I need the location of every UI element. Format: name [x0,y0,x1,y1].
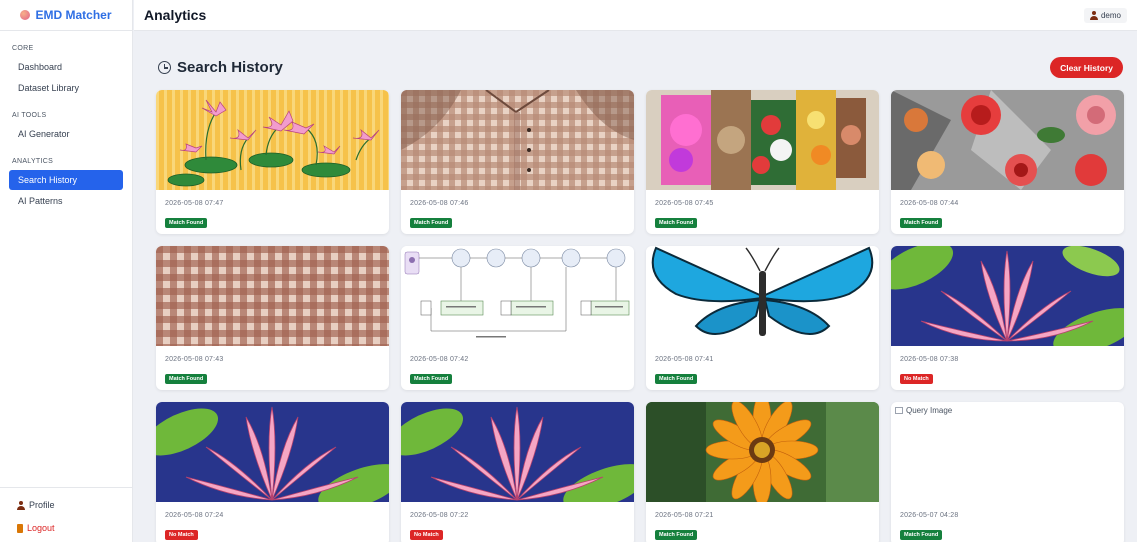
sidebar-item-dataset-library[interactable]: Dataset Library [9,78,123,98]
card-meta: 2026-05-08 07:24 No Match [165,512,223,541]
search-timestamp: 2026-05-08 07:24 [165,512,224,519]
broken-image: Query Image [891,402,1124,419]
search-timestamp: 2026-05-08 07:44 [900,200,959,207]
nav-section-core: CORE [12,45,34,52]
query-image [891,246,1124,346]
status-badge: Match Found [655,530,698,540]
user-menu[interactable]: demo [1083,7,1127,23]
section-title: Search History [177,59,283,76]
sidebar-item-ai-generator[interactable]: AI Generator [9,124,123,144]
section-header: Search History [158,59,283,76]
search-timestamp: 2026-05-08 07:46 [410,200,469,207]
brand[interactable]: EMD Matcher [0,0,132,31]
card-meta: 2026-05-08 07:21 Match Found [655,512,713,541]
status-badge: Match Found [165,374,208,384]
history-card[interactable]: 2026-05-08 07:47 Match Found [156,90,389,234]
user-icon [1089,10,1098,20]
logout-link[interactable]: Logout [0,519,133,537]
sidebar-footer: Profile Logout [0,487,133,542]
search-timestamp: 2026-05-08 07:47 [165,200,224,207]
status-badge: Match Found [900,530,943,540]
card-meta: 2026-05-08 07:46 Match Found [410,200,468,229]
clock-icon [158,61,171,74]
card-meta: 2026-05-08 07:47 Match Found [165,200,223,229]
query-image [401,246,634,346]
card-meta: 2026-05-08 07:45 Match Found [655,200,713,229]
query-image: Query Image [891,402,1124,502]
status-badge: Match Found [410,218,453,228]
status-badge: Match Found [165,218,208,228]
history-card[interactable]: Query Image 2026-05-07 04:28 Match Found [891,402,1124,542]
logout-label: Logout [27,523,55,533]
history-card[interactable]: 2026-05-08 07:41 Match Found [646,246,879,390]
search-timestamp: 2026-05-08 07:42 [410,356,469,363]
query-image [156,246,389,346]
query-image [401,402,634,502]
search-timestamp: 2026-05-08 07:22 [410,512,469,519]
page-title: Analytics [144,7,207,23]
top-header: Analytics demo [134,0,1137,31]
broken-image-icon [895,407,903,414]
sidebar-item-ai-patterns[interactable]: AI Patterns [9,191,123,211]
history-card[interactable]: 2026-05-08 07:45 Match Found [646,90,879,234]
history-card[interactable]: 2026-05-08 07:46 Match Found [401,90,634,234]
user-icon [17,500,25,510]
history-card[interactable]: 2026-05-08 07:24 No Match [156,402,389,542]
status-badge: Match Found [655,374,698,384]
username: demo [1100,10,1121,20]
status-badge: Match Found [410,374,453,384]
status-badge: Match Found [655,218,698,228]
query-image [401,90,634,190]
sidebar: EMD Matcher CORE Dashboard Dataset Libra… [0,0,133,542]
search-timestamp: 2026-05-08 07:41 [655,356,714,363]
history-card[interactable]: 2026-05-08 07:38 No Match [891,246,1124,390]
query-image [156,90,389,190]
status-badge: No Match [410,530,443,540]
card-meta: 2026-05-07 04:28 Match Found [900,512,958,541]
card-meta: 2026-05-08 07:38 No Match [900,356,958,385]
history-card[interactable]: 2026-05-08 07:44 Match Found [891,90,1124,234]
brand-name: EMD Matcher [35,8,112,22]
sidebar-item-search-history[interactable]: Search History [9,170,123,190]
nav-section-analytics: ANALYTICS [12,158,54,165]
query-image [891,90,1124,190]
search-timestamp: 2026-05-07 04:28 [900,512,959,519]
history-card[interactable]: 2026-05-08 07:22 No Match [401,402,634,542]
query-image [156,402,389,502]
card-meta: 2026-05-08 07:22 No Match [410,512,468,541]
profile-link[interactable]: Profile [0,496,133,514]
query-image [646,246,879,346]
search-timestamp: 2026-05-08 07:38 [900,356,959,363]
clear-history-button[interactable]: Clear History [1050,57,1123,78]
card-meta: 2026-05-08 07:42 Match Found [410,356,468,385]
history-card[interactable]: 2026-05-08 07:42 Match Found [401,246,634,390]
logout-icon [17,523,23,533]
main-content: Search History Clear History 2026-05-08 … [134,32,1137,542]
search-timestamp: 2026-05-08 07:21 [655,512,714,519]
query-image [646,402,879,502]
image-alt-text: Query Image [906,406,953,415]
card-meta: 2026-05-08 07:43 Match Found [165,356,223,385]
card-meta: 2026-05-08 07:44 Match Found [900,200,958,229]
history-card[interactable]: 2026-05-08 07:43 Match Found [156,246,389,390]
nav-section-ai-tools: AI TOOLS [12,112,47,119]
query-image [646,90,879,190]
flower-logo-icon [20,10,31,20]
history-card[interactable]: 2026-05-08 07:21 Match Found [646,402,879,542]
profile-label: Profile [29,500,55,510]
status-badge: No Match [165,530,198,540]
status-badge: No Match [900,374,933,384]
search-timestamp: 2026-05-08 07:43 [165,356,224,363]
status-badge: Match Found [900,218,943,228]
sidebar-item-dashboard[interactable]: Dashboard [9,57,123,77]
search-timestamp: 2026-05-08 07:45 [655,200,714,207]
card-meta: 2026-05-08 07:41 Match Found [655,356,713,385]
